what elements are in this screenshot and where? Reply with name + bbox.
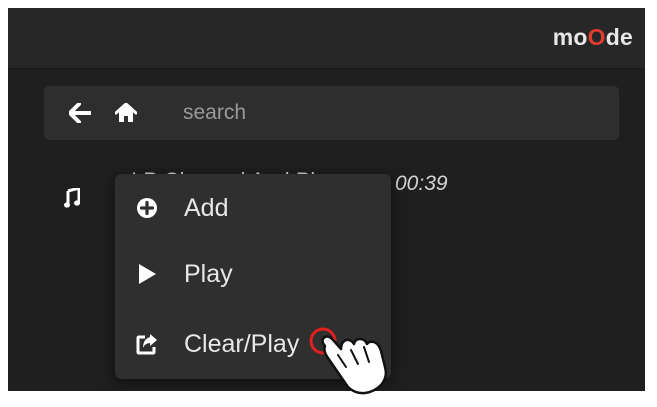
top-bar: moOde xyxy=(8,8,645,69)
search-input[interactable] xyxy=(175,86,611,140)
logo-accent: O xyxy=(587,24,606,50)
play-icon xyxy=(135,262,159,286)
logo-suffix: de xyxy=(605,24,633,50)
arrow-left-icon xyxy=(69,103,91,123)
hand-pointer-icon xyxy=(308,322,418,402)
menu-item-label: Add xyxy=(184,194,229,222)
menu-item-add[interactable]: Add xyxy=(115,176,391,242)
share-square-icon xyxy=(135,332,159,356)
menu-item-label: Play xyxy=(184,260,233,288)
plus-circle-icon xyxy=(135,196,159,220)
moode-logo[interactable]: moOde xyxy=(553,23,633,51)
track-duration: 00:39 xyxy=(395,172,448,195)
music-note-icon xyxy=(64,188,80,208)
back-button[interactable] xyxy=(58,86,102,140)
logo-prefix: mo xyxy=(552,24,588,50)
menu-item-label: Clear/Play xyxy=(184,330,300,358)
home-button[interactable] xyxy=(104,86,148,140)
menu-item-play[interactable]: Play xyxy=(115,242,391,308)
home-icon xyxy=(115,103,137,122)
search-bar xyxy=(44,86,619,140)
